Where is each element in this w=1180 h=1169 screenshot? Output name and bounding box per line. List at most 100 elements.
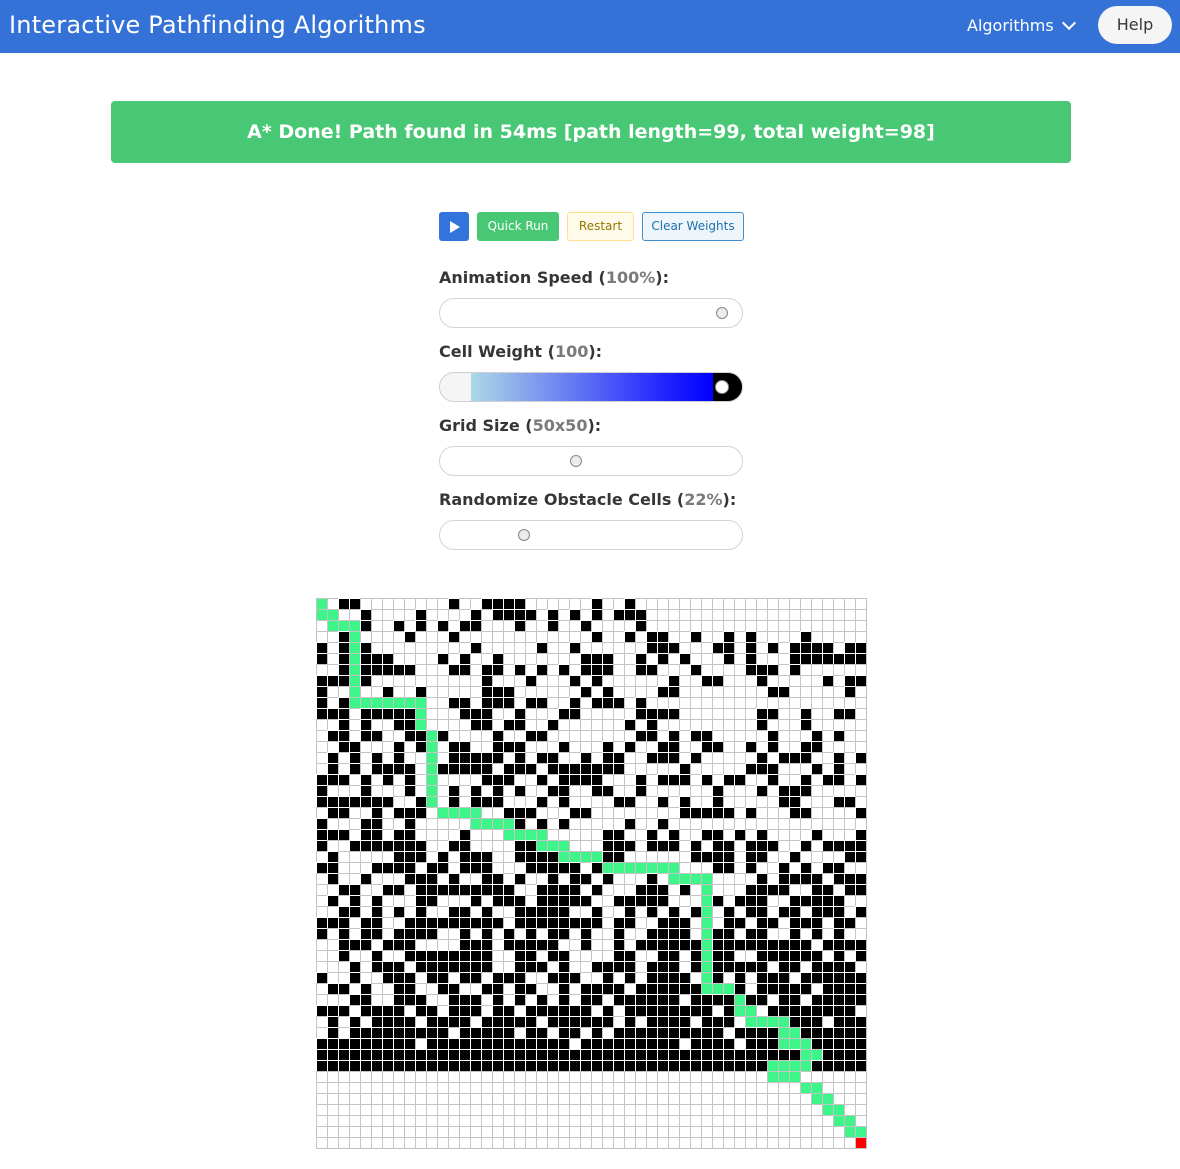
grid-cell-wall[interactable]	[767, 1027, 778, 1038]
grid-cell[interactable]	[767, 906, 778, 917]
grid-cell-path[interactable]	[855, 1126, 866, 1137]
grid-cell-wall[interactable]	[558, 818, 569, 829]
grid-cell[interactable]	[624, 1071, 635, 1082]
grid-cell[interactable]	[338, 972, 349, 983]
grid-cell[interactable]	[437, 796, 448, 807]
grid-cell-wall[interactable]	[448, 763, 459, 774]
grid-cell[interactable]	[415, 829, 426, 840]
grid-cell-wall[interactable]	[393, 961, 404, 972]
grid-cell-wall[interactable]	[712, 1060, 723, 1071]
grid-cell[interactable]	[767, 1126, 778, 1137]
grid-cell-wall[interactable]	[437, 1027, 448, 1038]
grid-cell-path[interactable]	[734, 994, 745, 1005]
grid-cell-wall[interactable]	[624, 1038, 635, 1049]
grid-cell[interactable]	[745, 983, 756, 994]
grid-cell-path[interactable]	[536, 840, 547, 851]
grid-cell[interactable]	[855, 961, 866, 972]
grid-cell-wall[interactable]	[360, 1005, 371, 1016]
grid-cell-wall[interactable]	[745, 906, 756, 917]
grid-cell[interactable]	[503, 1137, 514, 1148]
grid-cell[interactable]	[635, 1115, 646, 1126]
grid-cell-wall[interactable]	[327, 1016, 338, 1027]
grid-cell-wall[interactable]	[789, 796, 800, 807]
grid-cell[interactable]	[690, 741, 701, 752]
grid-cell[interactable]	[349, 950, 360, 961]
grid-cell[interactable]	[448, 1126, 459, 1137]
grid-cell[interactable]	[558, 697, 569, 708]
grid-cell[interactable]	[448, 972, 459, 983]
grid-cell-wall[interactable]	[580, 917, 591, 928]
grid-cell[interactable]	[470, 686, 481, 697]
grid-cell-wall[interactable]	[613, 950, 624, 961]
grid-cell[interactable]	[767, 994, 778, 1005]
grid-cell[interactable]	[778, 851, 789, 862]
grid-cell-wall[interactable]	[470, 719, 481, 730]
grid-cell-wall[interactable]	[371, 928, 382, 939]
grid-cell-wall[interactable]	[525, 906, 536, 917]
grid-cell[interactable]	[690, 917, 701, 928]
grid-cell-wall[interactable]	[393, 862, 404, 873]
grid-cell[interactable]	[492, 840, 503, 851]
grid-cell-wall[interactable]	[514, 873, 525, 884]
grid-cell-wall[interactable]	[789, 851, 800, 862]
grid-cell-wall[interactable]	[404, 785, 415, 796]
grid-cell-wall[interactable]	[613, 895, 624, 906]
grid-cell[interactable]	[316, 851, 327, 862]
grid-cell[interactable]	[613, 1071, 624, 1082]
grid-cell-wall[interactable]	[569, 1060, 580, 1071]
grid-cell-wall[interactable]	[327, 1027, 338, 1038]
grid-cell-wall[interactable]	[338, 829, 349, 840]
grid-cell[interactable]	[624, 873, 635, 884]
grid-cell[interactable]	[404, 675, 415, 686]
grid-cell-wall[interactable]	[404, 631, 415, 642]
grid-cell-wall[interactable]	[393, 752, 404, 763]
grid-cell-wall[interactable]	[371, 1060, 382, 1071]
grid-cell[interactable]	[371, 642, 382, 653]
grid-cell-wall[interactable]	[371, 895, 382, 906]
restart-button[interactable]: Restart	[567, 212, 634, 241]
grid-cell[interactable]	[745, 1071, 756, 1082]
grid-cell[interactable]	[426, 1137, 437, 1148]
grid-cell[interactable]	[800, 1093, 811, 1104]
algorithms-label[interactable]: Algorithms	[967, 16, 1054, 35]
grid-cell-wall[interactable]	[503, 1049, 514, 1060]
grid-cell[interactable]	[833, 741, 844, 752]
grid-cell[interactable]	[481, 1071, 492, 1082]
grid-cell-wall[interactable]	[778, 983, 789, 994]
grid-cell[interactable]	[371, 1082, 382, 1093]
grid-cell[interactable]	[415, 752, 426, 763]
grid-cell[interactable]	[580, 796, 591, 807]
grid-cell-wall[interactable]	[382, 1060, 393, 1071]
grid-cell[interactable]	[525, 719, 536, 730]
grid-cell-wall[interactable]	[657, 917, 668, 928]
grid-cell[interactable]	[393, 1071, 404, 1082]
grid-cell-wall[interactable]	[657, 1049, 668, 1060]
grid-cell-wall[interactable]	[569, 972, 580, 983]
grid-cell-wall[interactable]	[855, 1027, 866, 1038]
grid-cell-wall[interactable]	[778, 686, 789, 697]
grid-cell[interactable]	[371, 620, 382, 631]
grid-cell-wall[interactable]	[602, 1005, 613, 1016]
grid-cell-wall[interactable]	[536, 818, 547, 829]
grid-cell[interactable]	[338, 752, 349, 763]
grid-cell[interactable]	[382, 906, 393, 917]
grid-cell[interactable]	[844, 1137, 855, 1148]
grid-cell-wall[interactable]	[613, 928, 624, 939]
grid-cell[interactable]	[734, 807, 745, 818]
grid-cell[interactable]	[745, 719, 756, 730]
grid-cell-wall[interactable]	[338, 675, 349, 686]
grid-cell-wall[interactable]	[789, 950, 800, 961]
grid-cell-wall[interactable]	[558, 994, 569, 1005]
grid-cell[interactable]	[327, 598, 338, 609]
grid-cell[interactable]	[349, 1137, 360, 1148]
grid-cell-wall[interactable]	[360, 1027, 371, 1038]
grid-cell[interactable]	[404, 741, 415, 752]
grid-cell[interactable]	[635, 1104, 646, 1115]
grid-cell[interactable]	[349, 983, 360, 994]
grid-cell[interactable]	[789, 686, 800, 697]
grid-cell[interactable]	[756, 730, 767, 741]
grid-cell-wall[interactable]	[470, 884, 481, 895]
grid-cell-wall[interactable]	[459, 928, 470, 939]
grid-cell-wall[interactable]	[855, 829, 866, 840]
grid-cell-wall[interactable]	[547, 972, 558, 983]
